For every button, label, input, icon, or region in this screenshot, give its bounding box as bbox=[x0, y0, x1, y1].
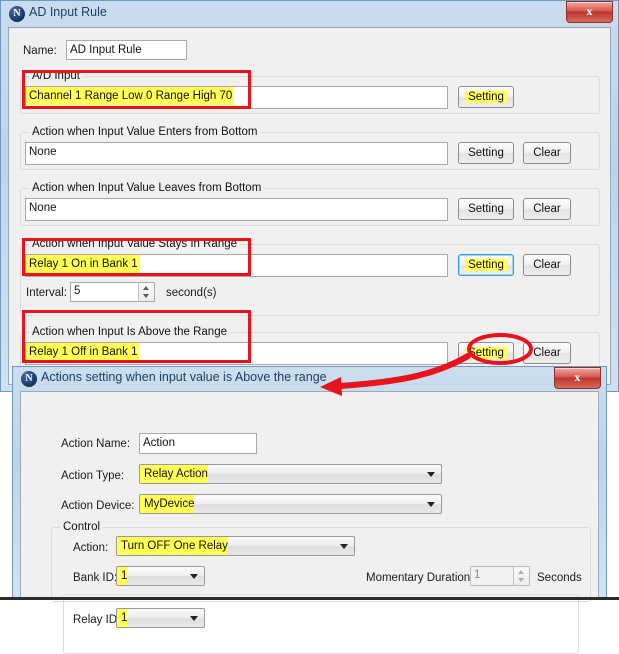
interval-label: Interval: bbox=[26, 287, 67, 299]
stays-in-range-value-field[interactable]: Relay 1 On in Bank 1 bbox=[25, 254, 448, 277]
momentary-units-label: Seconds bbox=[537, 572, 582, 584]
interval-spinner-arrows[interactable] bbox=[138, 283, 154, 301]
chevron-down-icon[interactable] bbox=[190, 574, 198, 579]
setting-button-ad-input[interactable]: Setting bbox=[458, 86, 514, 108]
chevron-down-icon[interactable] bbox=[427, 502, 435, 507]
action-type-value: Relay Action bbox=[140, 465, 208, 483]
clear-button-above-range-label: Clear bbox=[533, 347, 561, 359]
enters-from-bottom-value: None bbox=[29, 146, 57, 158]
chevron-down-icon[interactable] bbox=[190, 616, 198, 621]
action-type-select[interactable]: Relay Action bbox=[139, 464, 442, 484]
setting-button-enters-from-bottom[interactable]: Setting bbox=[458, 142, 514, 164]
chevron-down-icon[interactable] bbox=[340, 544, 348, 549]
interval-units-label: second(s) bbox=[166, 287, 217, 299]
action-select[interactable]: Turn OFF One Relay bbox=[116, 536, 355, 556]
momentary-duration-label: Momentary Duration: bbox=[366, 572, 474, 584]
leaves-from-bottom-value-field[interactable]: None bbox=[25, 198, 448, 221]
bank-id-value: 1 bbox=[117, 567, 128, 585]
action-type-label: Action Type: bbox=[61, 470, 125, 482]
setting-button-enters-from-bottom-label: Setting bbox=[468, 147, 504, 159]
clear-button-stays-in-range[interactable]: Clear bbox=[523, 254, 571, 276]
action-name-label: Action Name: bbox=[61, 438, 131, 450]
actions-setting-window: N Actions setting when input value is Ab… bbox=[12, 366, 607, 654]
setting-button-stays-in-range-label: Setting bbox=[465, 259, 507, 271]
setting-button-above-range[interactable]: Setting bbox=[458, 342, 514, 364]
bank-id-label: Bank ID: bbox=[73, 572, 118, 584]
ad-input-rule-window: N AD Input Rule x Name: AD Input Rule A/… bbox=[0, 0, 619, 392]
action-device-select[interactable]: MyDevice bbox=[139, 494, 442, 514]
group-title-control: Control bbox=[60, 521, 104, 533]
clear-button-leaves-from-bottom-label: Clear bbox=[533, 203, 561, 215]
sub-window-title: Actions setting when input value is Abov… bbox=[41, 370, 327, 384]
action-device-value: MyDevice bbox=[140, 495, 195, 513]
relay-id-value: 1 bbox=[117, 609, 128, 627]
name-input[interactable]: AD Input Rule bbox=[66, 40, 187, 60]
leaves-from-bottom-value: None bbox=[29, 202, 57, 214]
sub-client-area: Action Name: Action Action Type: Relay A… bbox=[20, 391, 599, 654]
setting-button-leaves-from-bottom-label: Setting bbox=[468, 203, 504, 215]
action-value: Turn OFF One Relay bbox=[117, 537, 228, 555]
action-name-value: Action bbox=[143, 437, 175, 449]
bank-id-select[interactable]: 1 bbox=[116, 566, 205, 586]
ad-input-value: Channel 1 Range Low 0 Range High 70 bbox=[26, 87, 235, 105]
setting-button-leaves-from-bottom[interactable]: Setting bbox=[458, 198, 514, 220]
clear-button-stays-in-range-label: Clear bbox=[533, 259, 561, 271]
sub-titlebar[interactable]: N Actions setting when input value is Ab… bbox=[13, 367, 606, 391]
main-client-area: Name: AD Input Rule A/D Input Channel 1 … bbox=[8, 27, 611, 385]
above-range-value-field[interactable]: Relay 1 Off in Bank 1 bbox=[25, 342, 448, 365]
relay-id-label: Relay ID: bbox=[73, 614, 121, 626]
main-window-title: AD Input Rule bbox=[29, 5, 107, 19]
ad-input-value-field[interactable]: Channel 1 Range Low 0 Range High 70 bbox=[25, 86, 448, 109]
close-icon[interactable]: x bbox=[554, 367, 601, 389]
group-title-enters-from-bottom: Action when Input Value Enters from Bott… bbox=[29, 126, 261, 138]
app-n-icon: N bbox=[21, 371, 37, 387]
momentary-duration-value: 1 bbox=[474, 569, 481, 581]
chevron-down-icon[interactable] bbox=[427, 472, 435, 477]
group-title-leaves-from-bottom: Action when Input Value Leaves from Bott… bbox=[29, 182, 265, 194]
relay-id-select[interactable]: 1 bbox=[116, 608, 205, 628]
name-input-value: AD Input Rule bbox=[70, 44, 142, 56]
enters-from-bottom-value-field[interactable]: None bbox=[25, 142, 448, 165]
momentary-duration-stepper[interactable]: 1 bbox=[470, 566, 530, 586]
group-title-ad-input: A/D Input bbox=[29, 70, 83, 82]
app-n-icon: N bbox=[9, 6, 25, 22]
group-title-above-range: Action when Input Is Above the Range bbox=[29, 326, 230, 338]
name-label: Name: bbox=[23, 45, 57, 57]
clear-button-enters-from-bottom-label: Clear bbox=[533, 147, 561, 159]
action-device-label: Action Device: bbox=[61, 500, 135, 512]
clear-button-enters-from-bottom[interactable]: Clear bbox=[523, 142, 571, 164]
action-label: Action: bbox=[73, 542, 109, 554]
group-title-stays-in-range: Action when Input Value Stays In Range bbox=[29, 238, 241, 250]
stays-in-range-value: Relay 1 On in Bank 1 bbox=[26, 255, 140, 273]
main-titlebar[interactable]: N AD Input Rule x bbox=[1, 1, 618, 27]
close-icon[interactable]: x bbox=[566, 1, 613, 23]
above-range-value: Relay 1 Off in Bank 1 bbox=[26, 343, 140, 361]
clear-button-leaves-from-bottom[interactable]: Clear bbox=[523, 198, 571, 220]
action-name-input[interactable]: Action bbox=[139, 433, 257, 454]
momentary-spinner-arrows[interactable] bbox=[513, 567, 529, 585]
setting-button-stays-in-range[interactable]: Setting bbox=[458, 254, 514, 276]
setting-button-above-range-label: Setting bbox=[465, 347, 507, 359]
interval-stepper[interactable]: 5 bbox=[70, 282, 155, 302]
setting-button-ad-input-label: Setting bbox=[465, 91, 507, 103]
interval-value: 5 bbox=[74, 285, 81, 297]
clear-button-above-range[interactable]: Clear bbox=[523, 342, 571, 364]
